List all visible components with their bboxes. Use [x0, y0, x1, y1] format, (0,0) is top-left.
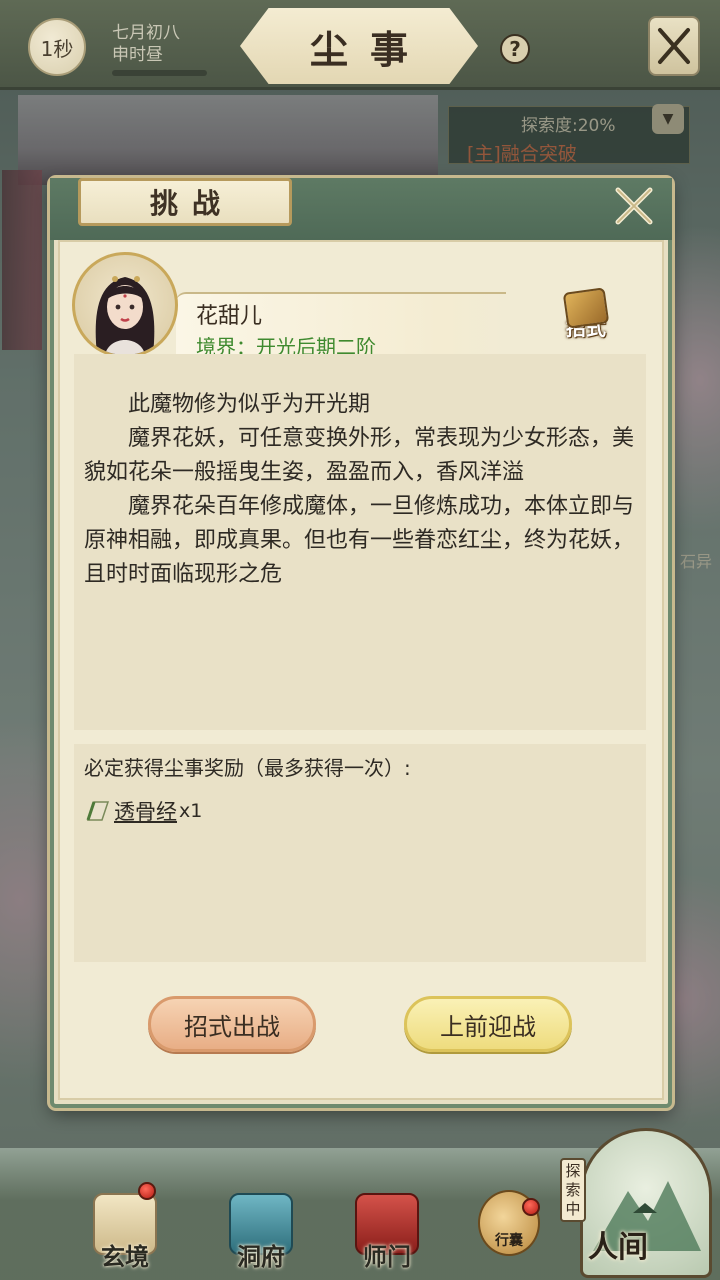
- nav-label: 洞府: [237, 1242, 285, 1271]
- description-line: 魔界花妖，可任意变换外形，常表现为少女形态，美貌如花朵一般摇曳生姿，盈盈而入，香…: [84, 426, 635, 485]
- moves-fight-label: 招式出战: [184, 1012, 280, 1041]
- reward-title: 必定获得尘事奖励（最多获得一次）:: [84, 756, 411, 780]
- notification-dot: [138, 1182, 156, 1200]
- notification-dot: [522, 1198, 540, 1216]
- fight-label: 上前迎战: [440, 1012, 536, 1041]
- scroll-icon: [84, 800, 112, 822]
- nav-item-shimen[interactable]: 师门: [342, 1172, 432, 1272]
- reward-item[interactable]: 透骨经 x1: [84, 796, 202, 826]
- top-close-button[interactable]: [648, 16, 700, 76]
- description-text: 此魔物修为似乎为开光期 魔界花妖，可任意变换外形，常表现为少女形态，美貌如花朵一…: [84, 388, 640, 592]
- time-progress-bar: [112, 70, 207, 76]
- character-avatar: [72, 252, 178, 358]
- time-period: 申时昼: [112, 45, 163, 65]
- nav-item-xuanjing[interactable]: 玄境: [80, 1172, 170, 1272]
- top-bar: 1秒 七月初八 申时昼 尘事 ?: [0, 0, 720, 90]
- close-icon: [658, 28, 690, 64]
- challenge-dialog: 挑战 花甜儿 境界：开光后期二阶 招式 此魔物修为似乎为开光期 魔界花妖，可任意…: [50, 178, 672, 1108]
- bag-label: 行囊: [495, 1233, 523, 1249]
- description-line: 此魔物修为似乎为开光期: [128, 392, 371, 417]
- page-title: 尘事: [309, 26, 430, 72]
- nav-label: 师门: [363, 1242, 411, 1271]
- nav-label: 玄境: [101, 1242, 149, 1271]
- nav-item-dongfu[interactable]: 洞府: [216, 1172, 306, 1272]
- description-line: 魔界花朵百年修成魔体，一旦修炼成功，本体立即与原神相融，即成真果。但也有一些眷恋…: [84, 494, 635, 587]
- book-icon: [562, 287, 610, 329]
- fight-button[interactable]: 上前迎战: [404, 996, 572, 1052]
- character-portrait-icon: [95, 276, 155, 355]
- timer-value: 1秒: [40, 36, 74, 61]
- help-button[interactable]: ?: [500, 34, 530, 64]
- close-icon: [615, 187, 653, 225]
- dialog-title-tab: 挑战: [78, 178, 292, 226]
- timer-badge: 1秒: [28, 18, 86, 76]
- question-icon: ?: [509, 37, 521, 61]
- page-title-plaque: 尘事: [240, 8, 478, 84]
- dialog-close-button[interactable]: [610, 182, 658, 230]
- reward-item-name[interactable]: 透骨经: [114, 796, 177, 826]
- character-name: 花甜儿: [196, 304, 263, 329]
- exploring-tag: 探索中: [560, 1158, 586, 1222]
- moves-fight-button[interactable]: 招式出战: [148, 996, 316, 1052]
- dialog-title: 挑战: [149, 187, 234, 220]
- moves-button[interactable]: 招式: [556, 287, 616, 348]
- world-label: 人间: [588, 1230, 648, 1265]
- reward-item-quantity: x1: [179, 800, 203, 822]
